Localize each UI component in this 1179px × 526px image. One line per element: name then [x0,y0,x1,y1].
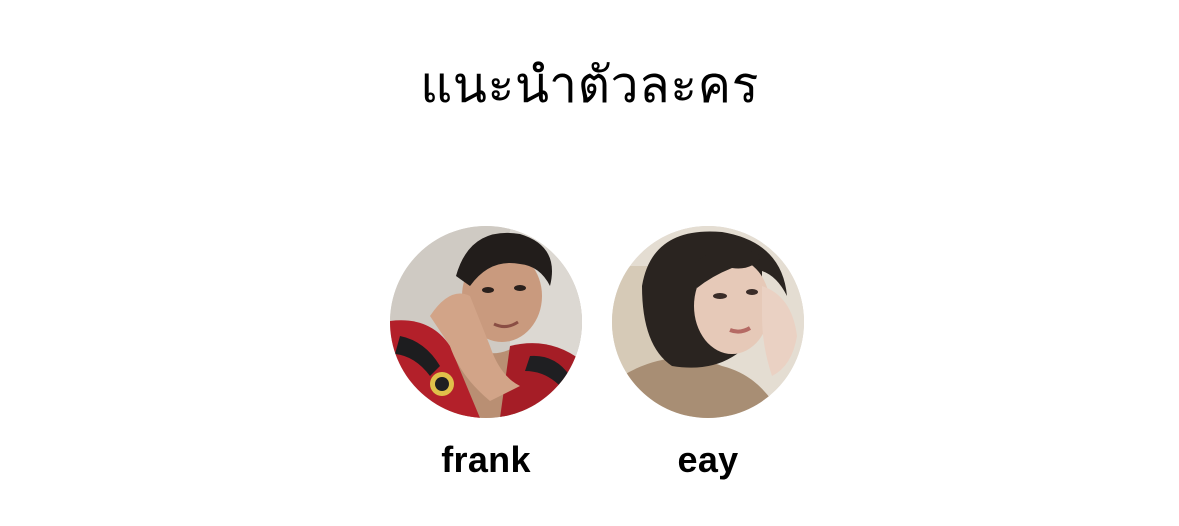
cast-member-eay[interactable]: eay [608,226,808,486]
cast-member-frank[interactable]: frank [386,226,586,486]
cast-name: frank [441,439,531,480]
page-title: แนะนำตัวละคร [420,56,759,114]
cast-name: eay [677,439,739,480]
avatar[interactable] [612,226,804,418]
cast-list: frank eay [0,226,1179,486]
portrait-photo-icon [612,226,804,418]
portrait-photo-icon [390,226,582,418]
avatar[interactable] [390,226,582,418]
